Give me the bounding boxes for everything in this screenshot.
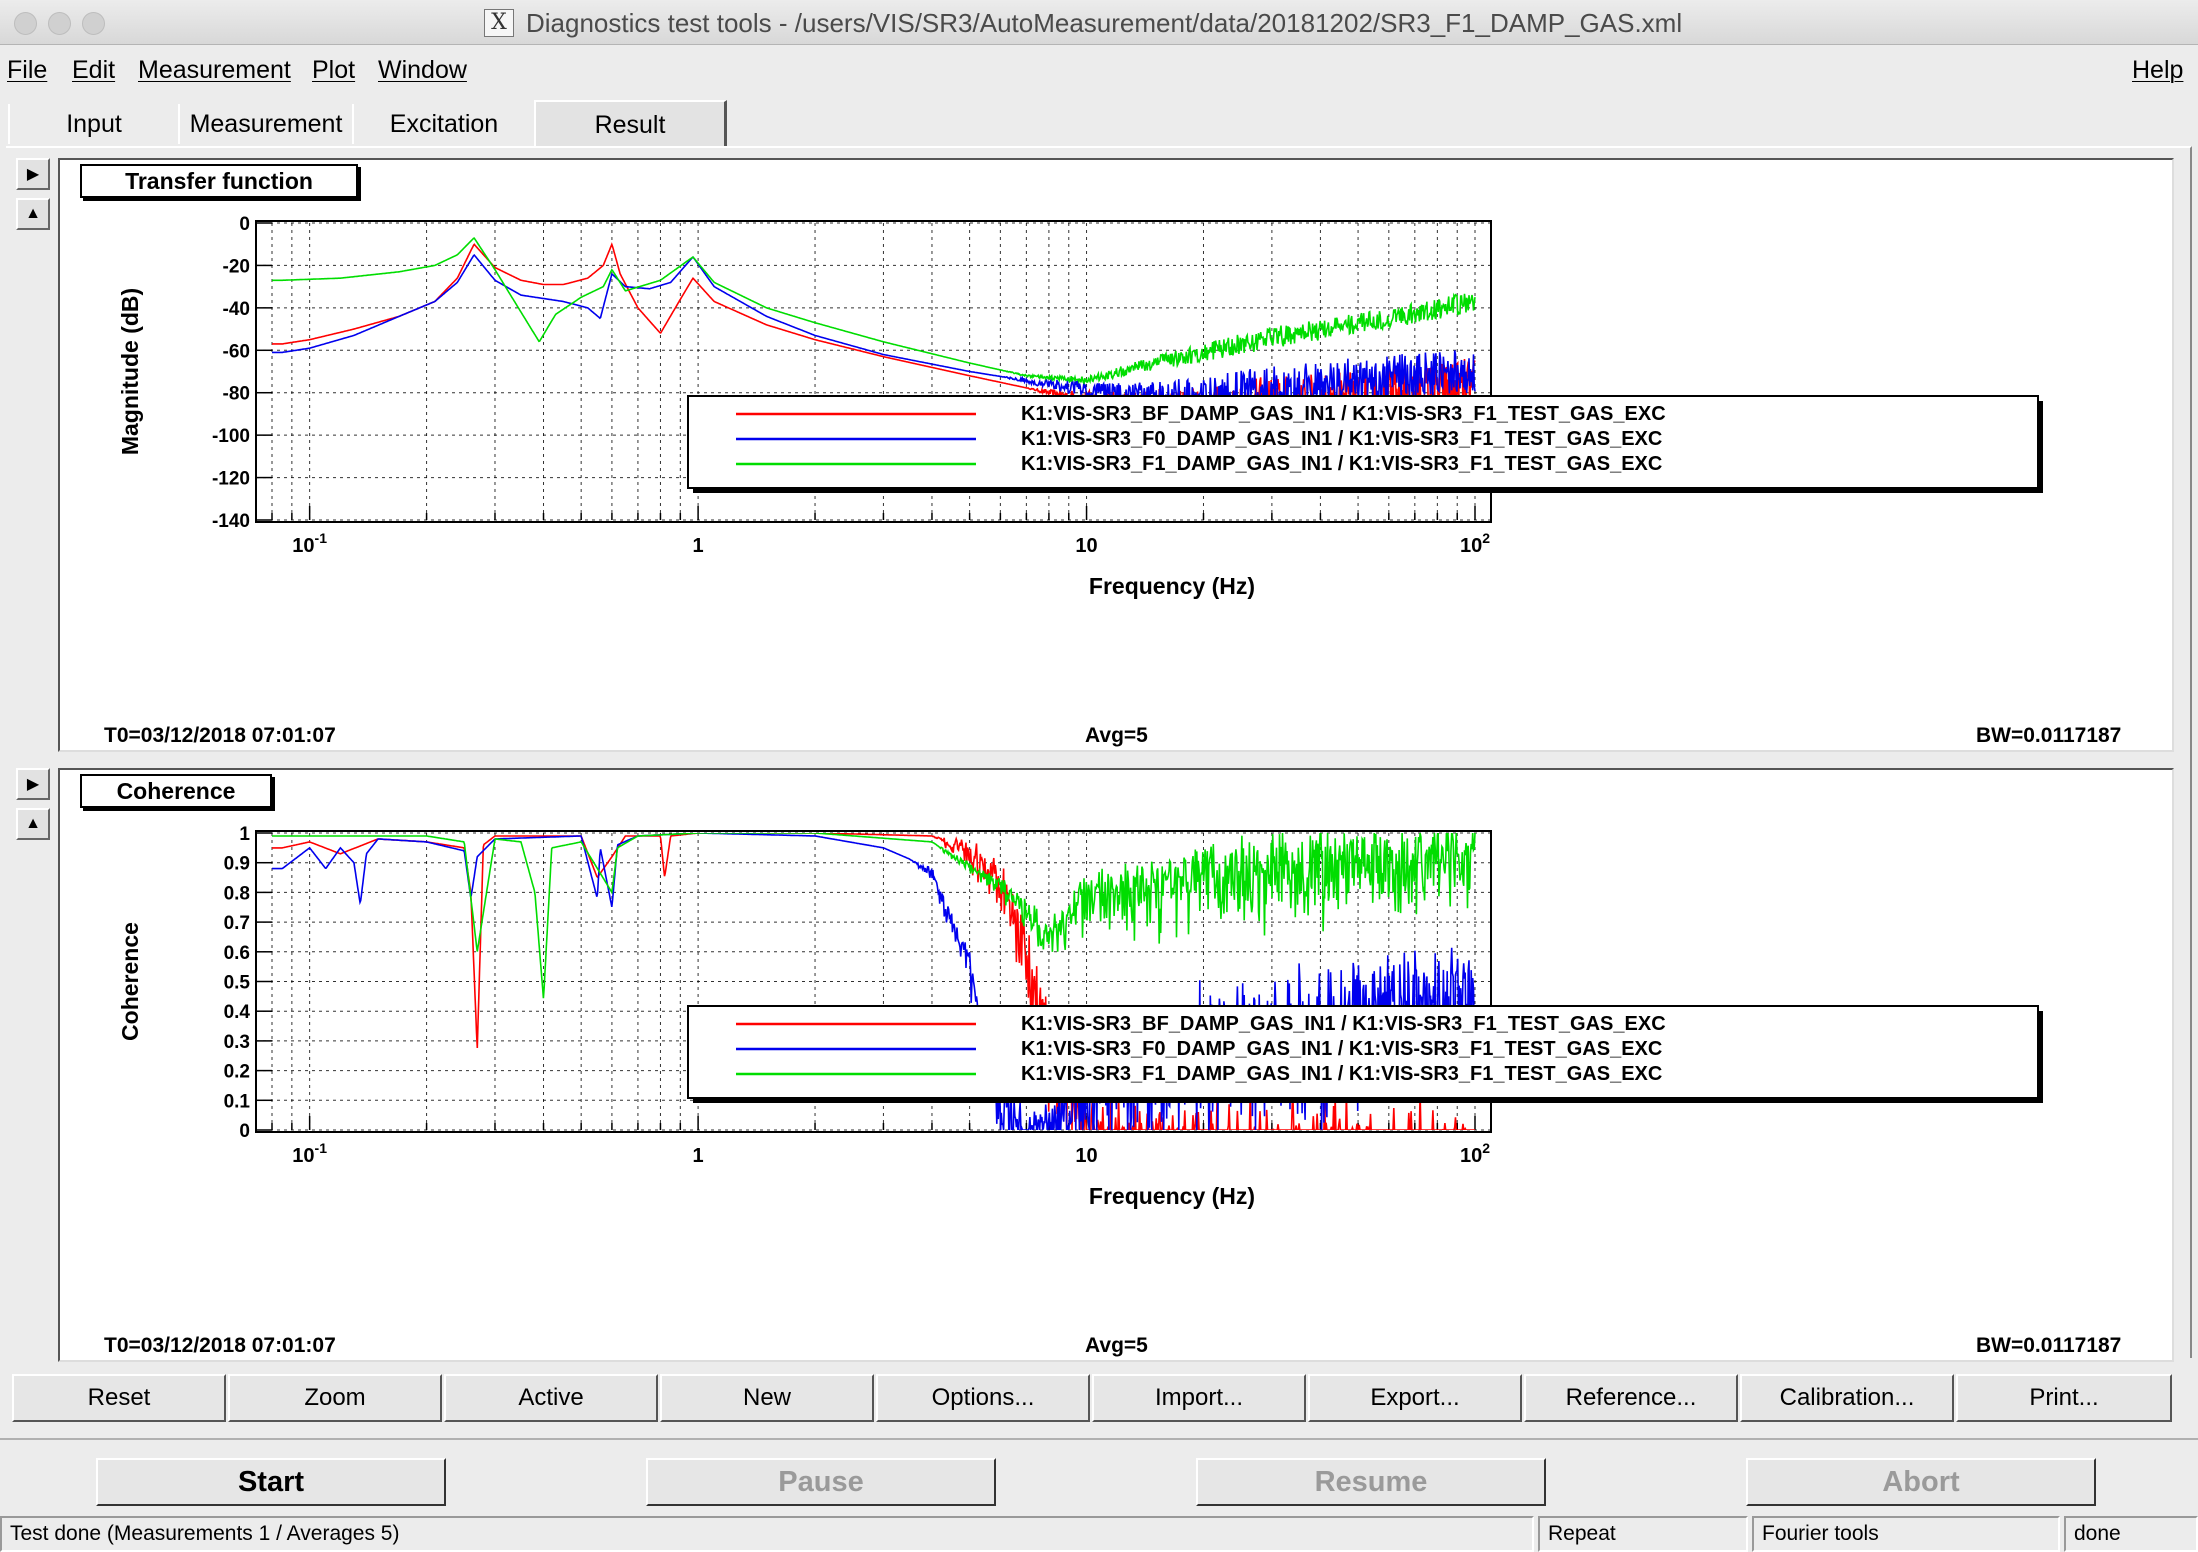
x-tick-label: 1 — [693, 1145, 704, 1167]
collapse-panel-2-button[interactable]: ▲ — [16, 808, 50, 840]
coherence-title[interactable]: Coherence — [80, 774, 272, 808]
expand-panel-1-button[interactable]: ▶ — [16, 158, 50, 190]
pause-button[interactable]: Pause — [646, 1458, 996, 1506]
legend-entry: K1:VIS-SR3_F1_DAMP_GAS_IN1 / K1:VIS-SR3_… — [1021, 1063, 1662, 1085]
avg-label: Avg=5 — [1085, 724, 1148, 747]
bw-label: BW=0.0117187 — [1976, 1334, 2122, 1357]
y-tick-label: 0.4 — [224, 1002, 251, 1023]
zoom-button[interactable]: Zoom — [228, 1374, 442, 1422]
y-tick-label: 0 — [239, 214, 250, 235]
import-button[interactable]: Import... — [1092, 1374, 1306, 1422]
legend-entry: K1:VIS-SR3_BF_DAMP_GAS_IN1 / K1:VIS-SR3_… — [1021, 1013, 1666, 1035]
expand-panel-2-button[interactable]: ▶ — [16, 768, 50, 800]
y-tick-label: -120 — [212, 469, 250, 490]
y-tick-label: 0.7 — [224, 913, 250, 934]
y-tick-label: 0.3 — [224, 1032, 250, 1053]
status-message: Test done (Measurements 1 / Averages 5) — [0, 1516, 1534, 1552]
tab-input[interactable]: Input — [8, 104, 180, 144]
menu-measurement[interactable]: Measurement — [138, 56, 291, 85]
menu-help[interactable]: Help — [2132, 56, 2183, 85]
triangle-up-icon: ▲ — [25, 815, 41, 832]
zoom-window-button[interactable] — [82, 12, 105, 35]
triangle-right-icon: ▶ — [26, 776, 40, 793]
x-axis-title: Frequency (Hz) — [1089, 1183, 1255, 1209]
y-tick-label: 0.8 — [224, 883, 250, 904]
triangle-right-icon: ▶ — [26, 166, 40, 183]
y-tick-label: 0.9 — [224, 854, 250, 875]
close-window-button[interactable] — [14, 12, 37, 35]
reset-button[interactable]: Reset — [12, 1374, 226, 1422]
minimize-window-button[interactable] — [48, 12, 71, 35]
window-title: Diagnostics test tools - /users/VIS/SR3/… — [526, 8, 1683, 38]
y-tick-label: -140 — [212, 511, 250, 532]
status-repeat: Repeat — [1538, 1516, 1748, 1552]
options-button[interactable]: Options... — [876, 1374, 1090, 1422]
y-tick-label: -60 — [223, 341, 250, 362]
x-tick-label: 1 — [693, 535, 704, 557]
x-tick-label: 10 — [1075, 1145, 1097, 1167]
start-button[interactable]: Start — [96, 1458, 446, 1506]
y-tick-label: 1 — [239, 824, 250, 845]
y-tick-label: 0.2 — [224, 1062, 250, 1083]
calibration-button[interactable]: Calibration... — [1740, 1374, 1954, 1422]
menu-file[interactable]: File — [7, 56, 47, 85]
legend-entry: K1:VIS-SR3_F1_DAMP_GAS_IN1 / K1:VIS-SR3_… — [1021, 453, 1662, 475]
y-tick-label: 0.5 — [224, 973, 251, 994]
menu-plot[interactable]: Plot — [312, 56, 355, 85]
triangle-up-icon: ▲ — [25, 205, 41, 222]
tab-result[interactable]: Result — [534, 100, 727, 148]
x-tick-label: 102 — [1460, 1140, 1490, 1167]
x-tick-label: 10-1 — [292, 530, 327, 557]
t0-label: T0=03/12/2018 07:01:07 — [104, 1334, 336, 1357]
resume-button[interactable]: Resume — [1196, 1458, 1546, 1506]
separator — [0, 1438, 2198, 1440]
active-button[interactable]: Active — [444, 1374, 658, 1422]
collapse-panel-1-button[interactable]: ▲ — [16, 198, 50, 230]
coherence-chart[interactable]: 1 0.9 0.8 0.7 0.6 0.5 0.4 0.3 0.2 0.1 0 10-1 1 10 102 F… — [60, 770, 2172, 1360]
x-tick-label: 10 — [1075, 535, 1097, 557]
reference-button[interactable]: Reference... — [1524, 1374, 1738, 1422]
tab-excitation[interactable]: Excitation — [352, 104, 536, 144]
window-titlebar[interactable]: X Diagnostics test tools - /users/VIS/SR… — [0, 0, 2198, 45]
legend-entry: K1:VIS-SR3_BF_DAMP_GAS_IN1 / K1:VIS-SR3_… — [1021, 403, 1666, 425]
x-tick-label: 10-1 — [292, 1140, 327, 1167]
y-tick-label: 0 — [239, 1121, 250, 1142]
y-tick-label: 0.1 — [224, 1091, 251, 1112]
print-button[interactable]: Print... — [1956, 1374, 2172, 1422]
x-axis-title: Frequency (Hz) — [1089, 573, 1255, 599]
x11-icon: X — [484, 9, 514, 37]
legend-entry: K1:VIS-SR3_F0_DAMP_GAS_IN1 / K1:VIS-SR3_… — [1021, 428, 1662, 450]
menu-window[interactable]: Window — [378, 56, 467, 85]
y-axis-title: Coherence — [117, 922, 143, 1041]
menu-edit[interactable]: Edit — [72, 56, 115, 85]
transfer-function-title[interactable]: Transfer function — [80, 164, 358, 198]
x-tick-label: 102 — [1460, 530, 1490, 557]
export-button[interactable]: Export... — [1308, 1374, 1522, 1422]
status-state: done — [2064, 1516, 2198, 1552]
y-tick-label: -40 — [223, 299, 250, 320]
bw-label: BW=0.0117187 — [1976, 724, 2122, 747]
new-button[interactable]: New — [660, 1374, 874, 1422]
tab-measurement[interactable]: Measurement — [178, 104, 354, 144]
y-tick-label: -20 — [223, 256, 250, 277]
y-axis-title: Magnitude (dB) — [117, 288, 143, 455]
y-tick-label: 0.6 — [224, 943, 250, 964]
y-tick-label: -100 — [212, 426, 250, 447]
y-tick-label: -80 — [223, 384, 250, 405]
t0-label: T0=03/12/2018 07:01:07 — [104, 724, 336, 747]
legend-entry: K1:VIS-SR3_F0_DAMP_GAS_IN1 / K1:VIS-SR3_… — [1021, 1038, 1662, 1060]
menubar: File Edit Measurement Plot Window Help — [0, 45, 2198, 95]
transfer-function-chart[interactable]: 0 -20 -40 -60 -80 -100 -120 -140 10-1 1 10 102 Frequ… — [60, 160, 2172, 750]
status-fourier-tools: Fourier tools — [1752, 1516, 2060, 1552]
abort-button[interactable]: Abort — [1746, 1458, 2096, 1506]
avg-label: Avg=5 — [1085, 1334, 1148, 1357]
